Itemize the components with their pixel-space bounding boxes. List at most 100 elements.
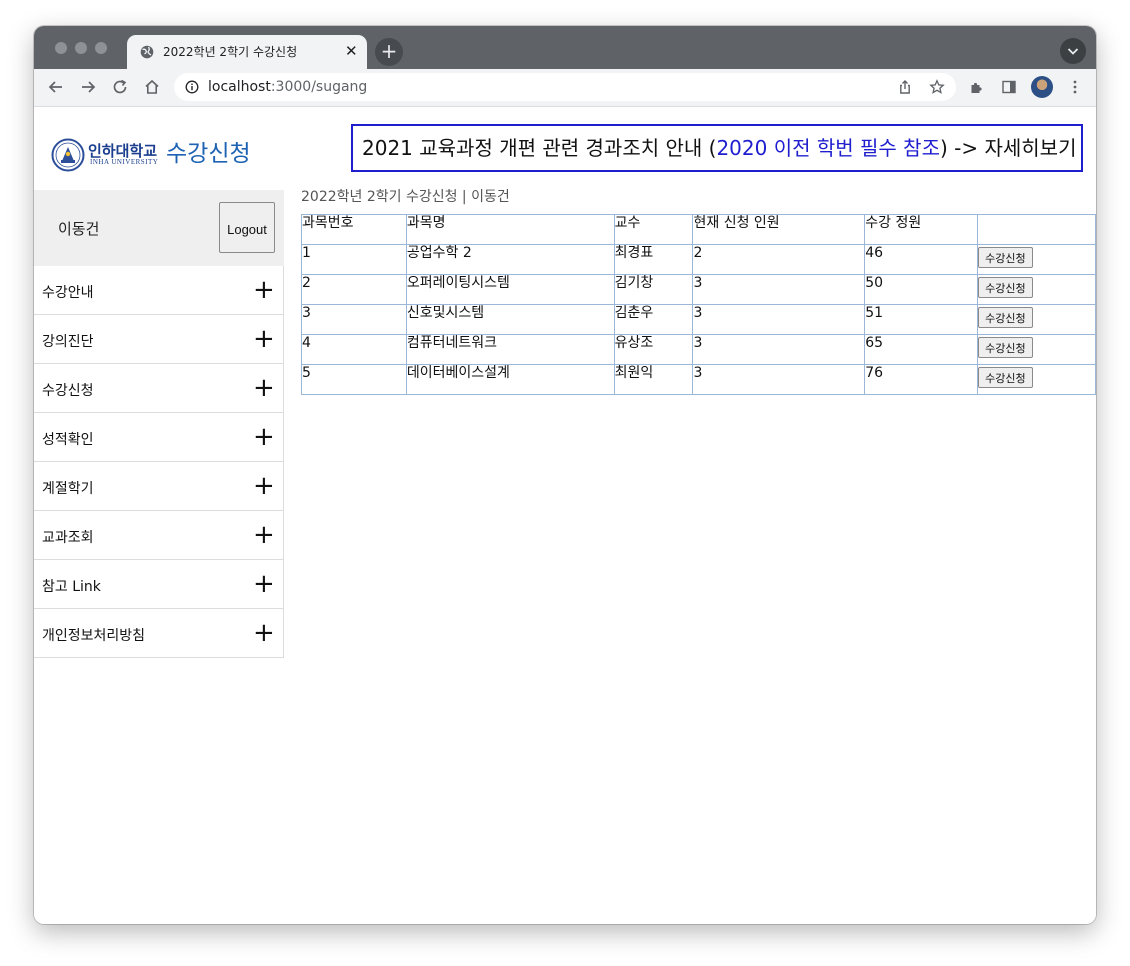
table-row: 5 데이터베이스설계 최원익 3 76 수강신청	[301, 364, 1096, 395]
action-cell: 수강신청	[977, 334, 1096, 365]
back-arrow-icon[interactable]	[47, 78, 65, 96]
capacity-cell: 50	[864, 274, 979, 305]
share-icon[interactable]	[897, 79, 913, 95]
home-icon[interactable]	[143, 78, 161, 96]
page-content: 인하대학교 INHA UNIVERSITY 수강신청 2021 교육과정 개편 …	[34, 107, 1096, 924]
sidebar-item-label: 수강안내	[42, 285, 94, 301]
sidebar-item-label: 교과조회	[42, 530, 94, 546]
sidebar-item-lecture-evaluation[interactable]: 강의진단 +	[34, 315, 284, 364]
enroll-button[interactable]: 수강신청	[978, 277, 1033, 298]
reload-icon[interactable]	[111, 78, 129, 96]
plus-icon[interactable]: +	[253, 422, 275, 452]
capacity-cell: 51	[864, 304, 979, 335]
tab-search-button[interactable]	[1060, 38, 1086, 64]
kebab-menu-icon[interactable]	[1067, 79, 1083, 95]
tab-close-icon[interactable]: ✕	[345, 42, 358, 60]
capacity-cell: 65	[864, 334, 979, 365]
tab-strip: 2022학년 2학기 수강신청 ✕ +	[34, 26, 1096, 69]
browser-toolbar: localhost:3000/sugang	[34, 69, 1096, 107]
inha-emblem-logo[interactable]	[51, 138, 85, 172]
course-id-cell: 3	[301, 304, 407, 335]
url-host: localhost	[208, 79, 271, 95]
course-id-cell: 5	[301, 364, 407, 395]
sidebar-menu: 수강안내 + 강의진단 + 수강신청 + 성적확인 + 계절학기 + 교과조회 …	[34, 266, 284, 658]
sidebar-item-grades[interactable]: 성적확인 +	[34, 413, 284, 462]
table-header-row: 과목번호 과목명 교수 현재 신청 인원 수강 정원	[301, 214, 1096, 245]
sidebar-item-reference-links[interactable]: 참고 Link +	[34, 560, 284, 609]
column-header: 교수	[613, 214, 694, 245]
table-row: 2 오퍼레이팅시스템 김기창 3 50 수강신청	[301, 274, 1096, 305]
plus-icon[interactable]: +	[253, 520, 275, 550]
sidebar-item-label: 계절학기	[42, 481, 94, 497]
course-name-cell: 공업수학 2	[405, 244, 615, 275]
user-name: 이동건	[58, 220, 100, 238]
info-icon[interactable]	[185, 80, 199, 94]
sidebar-item-label: 참고 Link	[42, 579, 101, 595]
notice-highlight: 2020 이전 학번 필수 참조	[716, 136, 940, 160]
plus-icon[interactable]: +	[253, 373, 275, 403]
plus-icon[interactable]: +	[253, 618, 275, 648]
logo-english-text: INHA UNIVERSITY	[90, 158, 159, 166]
globe-icon	[140, 45, 154, 59]
enroll-button[interactable]: 수강신청	[978, 367, 1033, 388]
action-cell: 수강신청	[977, 274, 1096, 305]
bookmark-star-icon[interactable]	[929, 79, 945, 95]
sidebar-item-label: 강의진단	[42, 334, 94, 350]
breadcrumb: 2022학년 2학기 수강신청 | 이동건	[301, 189, 510, 205]
table-row: 1 공업수학 2 최경표 2 46 수강신청	[301, 244, 1096, 275]
sidebar-item-registration[interactable]: 수강신청 +	[34, 364, 284, 413]
course-name-cell: 컴퓨터네트워크	[405, 334, 615, 365]
new-tab-button[interactable]: +	[375, 38, 403, 66]
column-header: 현재 신청 인원	[692, 214, 866, 245]
user-panel: 이동건 Logout	[34, 190, 284, 266]
plus-icon[interactable]: +	[253, 275, 275, 305]
enroll-button[interactable]: 수강신청	[978, 337, 1033, 358]
extensions-puzzle-icon[interactable]	[969, 79, 985, 95]
side-panel-icon[interactable]	[1001, 79, 1017, 95]
action-cell: 수강신청	[977, 244, 1096, 275]
logout-button[interactable]: Logout	[219, 202, 275, 253]
action-cell: 수강신청	[977, 364, 1096, 395]
plus-icon[interactable]: +	[253, 324, 275, 354]
tab-title: 2022학년 2학기 수강신청	[163, 45, 298, 59]
curriculum-notice-banner[interactable]: 2021 교육과정 개편 관련 경과조치 안내 (2020 이전 학번 필수 참…	[351, 124, 1083, 172]
sidebar-item-label: 성적확인	[42, 432, 94, 448]
window-zoom-dot[interactable]	[95, 42, 107, 54]
url-path: :3000/sugang	[270, 79, 368, 95]
current-count-cell: 2	[692, 244, 866, 275]
table-row: 3 신호및시스템 김춘우 3 51 수강신청	[301, 304, 1096, 335]
course-id-cell: 1	[301, 244, 407, 275]
plus-icon[interactable]: +	[253, 569, 275, 599]
course-id-cell: 4	[301, 334, 407, 365]
forward-arrow-icon[interactable]	[79, 78, 97, 96]
sidebar-item-privacy-policy[interactable]: 개인정보처리방침 +	[34, 609, 284, 658]
sidebar-item-seasonal-semester[interactable]: 계절학기 +	[34, 462, 284, 511]
professor-cell: 최원익	[613, 364, 694, 395]
sidebar-item-course-search[interactable]: 교과조회 +	[34, 511, 284, 560]
sidebar-item-course-guide[interactable]: 수강안내 +	[34, 266, 284, 315]
current-count-cell: 3	[692, 334, 866, 365]
professor-cell: 유상조	[613, 334, 694, 365]
window-minimize-dot[interactable]	[75, 42, 87, 54]
sidebar-item-label: 개인정보처리방침	[42, 628, 146, 644]
capacity-cell: 76	[864, 364, 979, 395]
site-title[interactable]: 수강신청	[166, 134, 251, 168]
notice-suffix: ) -> 자세히보기	[939, 136, 1077, 160]
column-header	[977, 214, 1096, 245]
browser-tab[interactable]: 2022학년 2학기 수강신청 ✕	[127, 35, 367, 69]
sidebar-item-label: 수강신청	[42, 383, 94, 399]
table-row: 4 컴퓨터네트워크 유상조 3 65 수강신청	[301, 334, 1096, 365]
address-bar[interactable]: localhost:3000/sugang	[174, 73, 956, 101]
course-name-cell: 신호및시스템	[405, 304, 615, 335]
enroll-button[interactable]: 수강신청	[978, 247, 1033, 268]
column-header: 과목번호	[301, 214, 407, 245]
enroll-button[interactable]: 수강신청	[978, 307, 1033, 328]
plus-icon[interactable]: +	[253, 471, 275, 501]
current-count-cell: 3	[692, 274, 866, 305]
course-id-cell: 2	[301, 274, 407, 305]
profile-avatar[interactable]	[1031, 76, 1053, 98]
column-header: 과목명	[405, 214, 615, 245]
action-cell: 수강신청	[977, 304, 1096, 335]
url-text[interactable]: localhost:3000/sugang	[208, 79, 367, 95]
window-close-dot[interactable]	[55, 42, 67, 54]
